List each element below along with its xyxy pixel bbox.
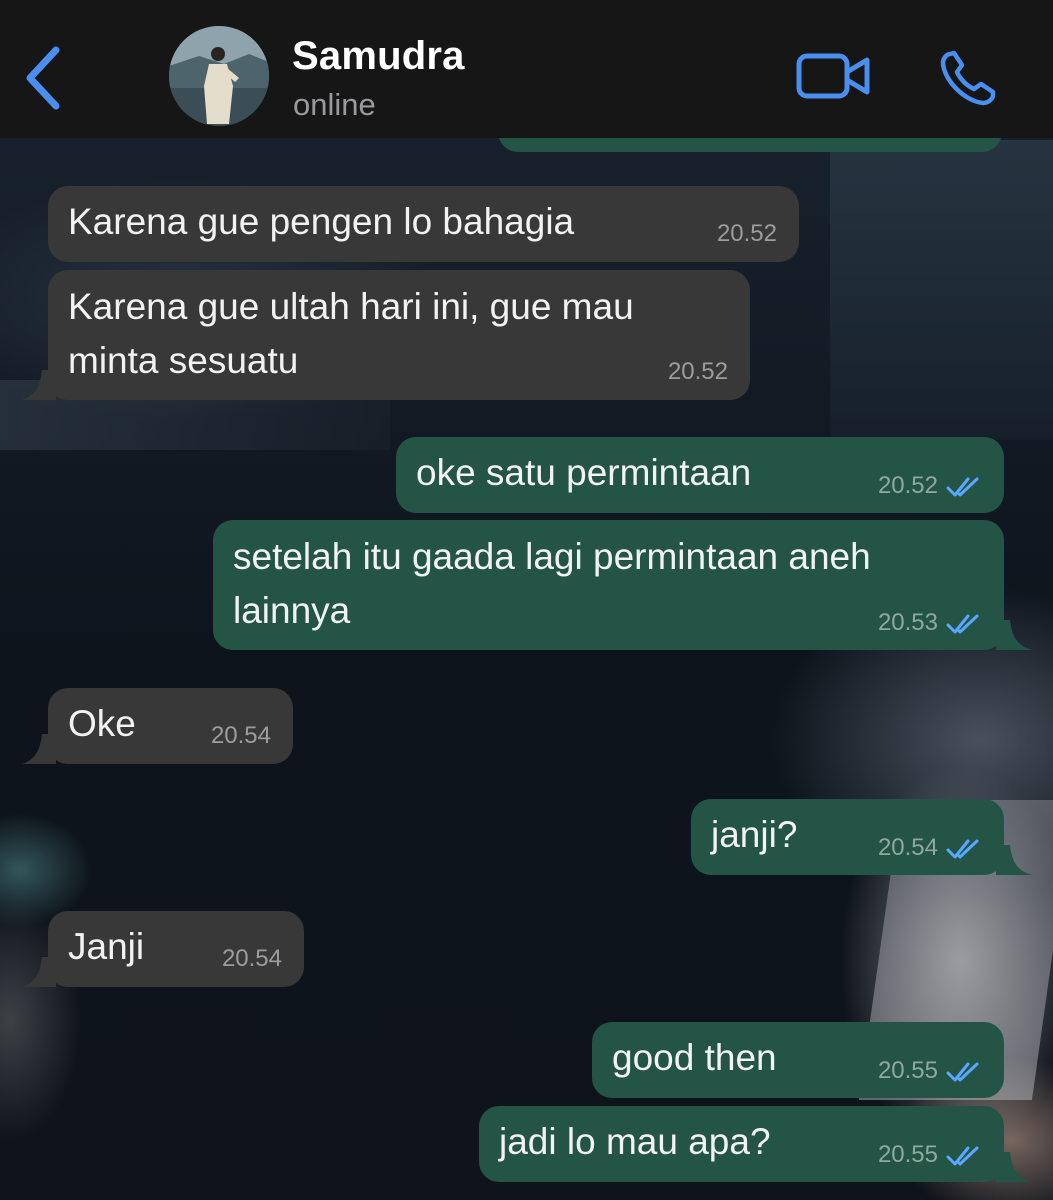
video-call-button[interactable]: [795, 50, 873, 102]
bubble-tail: [22, 957, 56, 987]
bubble-tail: [22, 370, 56, 400]
message-time: 20.52: [877, 472, 938, 499]
wallpaper-detail: [830, 140, 1053, 440]
voice-call-button[interactable]: [938, 48, 1000, 108]
message-bubble-incoming[interactable]: Karena gue ultah hari ini, gue mau minta…: [22, 270, 750, 400]
message-text: Janji: [68, 926, 145, 967]
double-check-icon: [946, 614, 979, 634]
message-bubble-outgoing[interactable]: setelah itu gaada lagi permintaan aneh l…: [213, 520, 1032, 650]
message-meta: 20.55: [878, 1141, 980, 1169]
chevron-left-icon: [26, 46, 60, 110]
avatar[interactable]: [169, 26, 269, 126]
message-text: janji?: [711, 814, 798, 855]
message-text: jadi lo mau apa?: [499, 1121, 771, 1162]
message-meta: 20.54: [878, 834, 980, 862]
message-time: 20.55: [877, 1057, 938, 1084]
message-time: 20.55: [877, 1141, 938, 1168]
message-bubble-incoming[interactable]: Oke 20.54: [22, 688, 293, 764]
double-check-icon: [946, 839, 979, 859]
double-check-icon: [946, 1146, 979, 1166]
message-meta: 20.52: [878, 472, 980, 500]
message-text: good then: [612, 1037, 777, 1078]
message-time: 20.52: [667, 358, 728, 385]
double-check-icon: [946, 477, 979, 497]
message-text: Karena gue pengen lo bahagia: [68, 201, 575, 242]
double-check-icon: [946, 1062, 979, 1082]
bubble-tail: [996, 845, 1032, 875]
message-bubble-incoming[interactable]: Janji 20.54: [22, 911, 304, 987]
message-bubble-incoming[interactable]: Karena gue pengen lo bahagia 20.52: [48, 186, 799, 262]
contact-status: online: [293, 87, 376, 122]
message-meta: 20.53: [878, 609, 980, 637]
message-text: Karena gue ultah hari ini, gue mau minta…: [68, 286, 634, 381]
message-time: 20.54: [877, 834, 938, 861]
chat-screen: Karena gue pengen lo bahagia 20.52 Karen…: [0, 0, 1053, 1200]
message-bubble-outgoing[interactable]: janji? 20.54: [691, 799, 1032, 875]
avatar-image: [169, 26, 269, 126]
message-text: oke satu permintaan: [416, 452, 752, 493]
video-camera-icon: [796, 53, 870, 99]
message-time: 20.54: [210, 722, 271, 749]
message-meta: 20.55: [878, 1057, 980, 1085]
contact-name[interactable]: Samudra: [292, 34, 465, 79]
message-text: Oke: [68, 703, 136, 744]
message-bubble-outgoing[interactable]: jadi lo mau apa? 20.55: [479, 1106, 1032, 1182]
bubble-tail: [22, 734, 56, 764]
message-time: 20.53: [877, 609, 938, 636]
back-button[interactable]: [18, 40, 68, 110]
chat-header: Samudra online: [0, 0, 1053, 138]
bubble-tail: [996, 1152, 1032, 1182]
message-time: 20.52: [716, 220, 777, 247]
phone-icon: [940, 50, 996, 106]
message-bubble-outgoing[interactable]: good then 20.55: [592, 1022, 1004, 1098]
message-text: setelah itu gaada lagi permintaan aneh l…: [233, 536, 871, 631]
message-time: 20.54: [221, 945, 282, 972]
bubble-tail: [996, 620, 1032, 650]
message-bubble-outgoing[interactable]: oke satu permintaan 20.52: [396, 437, 1004, 513]
